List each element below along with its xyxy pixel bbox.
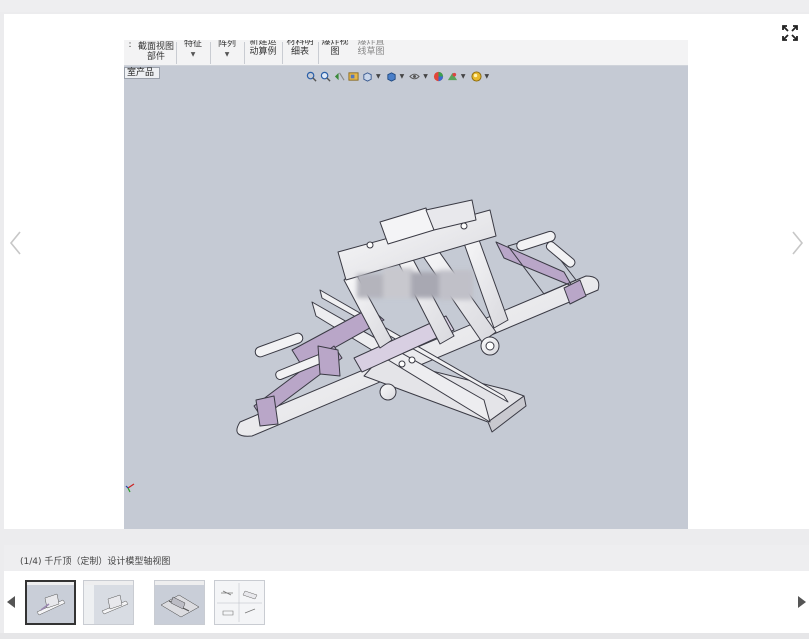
- thumbnail-1-preview: [27, 582, 74, 623]
- thumbnail-1[interactable]: [25, 580, 76, 625]
- thumbnail-2[interactable]: [83, 580, 134, 625]
- thumbnail-3-preview: [155, 581, 204, 624]
- thumbnail-4-preview: [215, 581, 264, 624]
- image-caption: (1/4) 千斤顶（定制）设计模型轴视图: [20, 557, 171, 567]
- thumbnail-strip: [4, 571, 809, 633]
- thumbnail-next-triangle-icon[interactable]: [797, 595, 807, 609]
- next-image-chevron-icon[interactable]: [787, 228, 807, 258]
- caption-bar: (1/4) 千斤顶（定制）设计模型轴视图: [4, 545, 809, 571]
- watermark-blur: [357, 268, 473, 300]
- previous-image-chevron-icon[interactable]: [6, 228, 26, 258]
- thumbnail-3[interactable]: [154, 580, 205, 625]
- image-viewer: : 装配体 截面视图 部件 特征 ▼ 阵列 ▼ 新建运 动算例: [4, 14, 809, 529]
- bottom-strip: [0, 633, 809, 639]
- fullscreen-icon[interactable]: [781, 24, 799, 42]
- thumbnail-2-preview: [84, 581, 133, 624]
- image-gallery-page: : 装配体 截面视图 部件 特征 ▼ 阵列 ▼ 新建运 动算例: [0, 0, 809, 639]
- thumbnail-prev-triangle-icon[interactable]: [6, 595, 16, 609]
- thumbnail-4[interactable]: [214, 580, 265, 625]
- top-strip: [0, 0, 809, 12]
- cad-model-image: : 装配体 截面视图 部件 特征 ▼ 阵列 ▼ 新建运 动算例: [124, 40, 688, 529]
